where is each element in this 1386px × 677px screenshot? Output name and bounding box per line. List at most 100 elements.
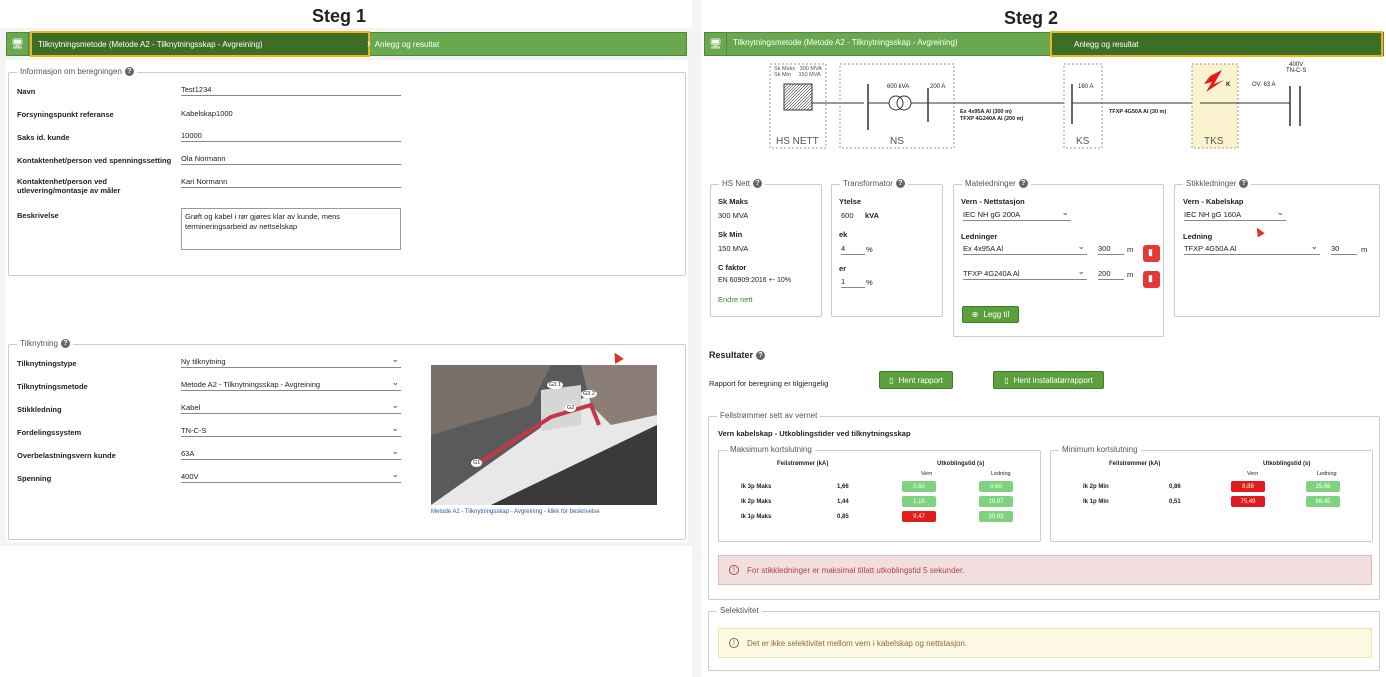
cfaktor-label: C faktor	[718, 263, 747, 272]
max-h-fs: Feilstrømmer (kA)	[777, 461, 829, 467]
saks-input[interactable]: 10000	[181, 131, 401, 142]
ledning1-select[interactable]: Ex 4x95A Al	[963, 241, 1087, 255]
hent-installator-button[interactable]: ▯ Hent installatørrapport	[993, 371, 1104, 389]
field-label-type: Tilknytningstype	[17, 359, 77, 368]
step1-heading: Steg 1	[312, 6, 367, 26]
ledninger-label: Ledninger	[961, 232, 998, 241]
length1-input[interactable]: 300	[1098, 244, 1124, 255]
stikk-ledning-select[interactable]: TFXP 4G50A Al	[1184, 241, 1320, 255]
min-row-ka: 0,51	[1169, 499, 1181, 505]
tks-k: K	[1226, 82, 1231, 88]
endre-nett-link[interactable]: Endre nett	[718, 295, 753, 304]
home-icon[interactable]: 🖥	[705, 33, 727, 55]
fault-legend: Feilstrømmer sett av vernet	[717, 411, 821, 420]
cfaktor-value: EN 60909:2016 +- 10%	[718, 277, 791, 284]
field-label-stikk: Stikkledning	[17, 405, 62, 414]
sel-legend: Selektivitet	[717, 606, 762, 615]
ledning2-select[interactable]: TFXP 4G240A Al	[963, 266, 1087, 280]
hs-nett-label: HS NETT	[776, 136, 819, 147]
kontakt2-input[interactable]: Kari Normann	[181, 177, 401, 188]
min-row-ka: 0,86	[1169, 484, 1181, 490]
mateledninger-panel: Mateledninger? Vern - Nettstasjon IEC NH…	[953, 179, 1164, 337]
hs-sk-text: Sk Maks 300 MVA Sk Min 150 MVA	[774, 66, 822, 78]
delete-ledning2-button[interactable]: ▮	[1143, 271, 1160, 288]
hent-installator-label: Hent installatørrapport	[1013, 375, 1093, 385]
spenning-select[interactable]: 400V	[181, 469, 401, 483]
ek-label: ek	[839, 230, 848, 239]
help-icon[interactable]: ?	[1239, 179, 1249, 188]
beskrivelse-textarea[interactable]: Grøft og kabel i rør gjøres klar av kund…	[181, 208, 401, 250]
help-icon[interactable]: ?	[895, 179, 905, 188]
min-row-led: 88,45	[1306, 496, 1340, 507]
selektivitet-alert-text: Det er ikke selektivitet mellom vern i k…	[747, 638, 968, 648]
stikkledning-select[interactable]: Kabel	[181, 400, 401, 414]
min-row-name: Ik 2p Min	[1083, 484, 1109, 490]
fault-title: Vern kabelskap - Utkoblingstider ved til…	[718, 429, 911, 438]
help-icon[interactable]: ?	[753, 179, 763, 188]
min-row-vern: 8,88	[1231, 481, 1265, 492]
divider	[692, 0, 702, 677]
tilknytningsmetode-select[interactable]: Metode A2 - Tilknytningsskap - Avgreinin…	[181, 377, 401, 391]
selektivitet-section: Selektivitet ! Det er ikke selektivitet …	[708, 606, 1380, 671]
mate-legend: Mateledninger?	[962, 179, 1031, 188]
help-icon[interactable]: ?	[1018, 179, 1028, 188]
mate-legend-label: Mateledninger	[965, 179, 1016, 188]
help-icon[interactable]: ?	[60, 339, 70, 348]
home-icon[interactable]: 🖥	[7, 33, 29, 55]
kontakt1-input[interactable]: Ola Normann	[181, 154, 401, 165]
tab-step1[interactable]: Tilknytningsmetode (Metode A2 - Tilknytn…	[733, 38, 958, 47]
fordelingssystem-select[interactable]: TN-C-S	[181, 423, 401, 437]
tab-step2-label: Anlegg og resultat	[374, 39, 440, 49]
ns-label: NS	[890, 136, 904, 147]
ek-input[interactable]: 4	[841, 244, 865, 255]
stikk-legend: Stikkledninger?	[1183, 179, 1252, 188]
stikk-length-input[interactable]: 30	[1331, 244, 1357, 255]
hent-rapport-button[interactable]: ▯ Hent rapport	[879, 371, 953, 389]
tab-step1-label: Tilknytningsmetode (Metode A2 - Tilknytn…	[38, 39, 263, 49]
max-h-ut: Utkoblingstid (s)	[937, 461, 985, 467]
sel-legend-label: Selektivitet	[720, 606, 759, 615]
line1-label: Ex 4x95A Al (300 m)	[960, 109, 1012, 115]
navn-input[interactable]: Test1234	[181, 85, 401, 96]
feilstrommer-section: Feilstrømmer sett av vernet Vern kabelsk…	[708, 411, 1380, 600]
help-icon[interactable]: ?	[756, 350, 766, 360]
tilknytning-section: Tilknytning? Tilknytningstype Ny tilknyt…	[8, 339, 686, 540]
results-text: Rapport for beregning er tilgjengelig	[709, 379, 829, 388]
er-input[interactable]: 1	[841, 277, 865, 288]
utkobling-alert: ! For stikkledninger er maksimal tillatt…	[718, 555, 1372, 585]
field-label-saks: Saks id. kunde	[17, 133, 70, 142]
selektivitet-alert: ! Det er ikke selektivitet mellom vern i…	[718, 628, 1372, 658]
fault-legend-label: Feilstrømmer sett av vernet	[720, 411, 818, 420]
tab-step2[interactable]: › Anlegg og resultat	[367, 38, 439, 50]
stikkledninger-panel: Stikkledninger? Vern - Kabelskap IEC NH …	[1174, 179, 1380, 317]
trafo-legend: Transformator?	[840, 179, 908, 188]
illustration-caption[interactable]: Metode A2 - Tilknytningsskap - Avgreinin…	[431, 509, 600, 515]
length2-input[interactable]: 200	[1098, 269, 1124, 280]
connection-illustration[interactable]: G3.1 G3.2 G2 G1	[431, 365, 657, 505]
length2-unit: m	[1127, 270, 1134, 279]
tab-step2[interactable]: Anlegg og resultat	[1050, 31, 1383, 57]
ks-a: 160 A	[1078, 84, 1094, 90]
info-legend-label: Informasjon om beregningen	[20, 67, 122, 76]
info-section: Informasjon om beregningen? Navn Test123…	[8, 67, 686, 276]
legg-til-button[interactable]: ⊕ Legg til	[962, 306, 1019, 323]
max-row-name: Ik 3p Maks	[741, 484, 772, 490]
overbelastning-select[interactable]: 63A	[181, 446, 401, 460]
tag-g31: G3.1	[547, 381, 563, 389]
delete-ledning1-button[interactable]: ▮	[1143, 245, 1160, 262]
vern-kabelskap-select[interactable]: IEC NH gG 160A	[1184, 207, 1286, 221]
min-legend: Minimum kortslutning	[1059, 445, 1141, 454]
tilknytningstype-select[interactable]: Ny tilknytning	[181, 354, 401, 368]
tab-step1[interactable]: Tilknytningsmetode (Metode A2 - Tilknytn…	[30, 31, 370, 57]
help-icon[interactable]: ?	[124, 67, 134, 76]
vern-nettstasjon-select[interactable]: IEC NH gG 200A	[963, 207, 1071, 221]
skmin-value: 150 MVA	[718, 244, 749, 253]
ks-label: KS	[1076, 136, 1090, 147]
min-row-vern: 75,49	[1231, 496, 1265, 507]
max-row-vern: 9,47	[902, 511, 936, 522]
field-label-spenning: Spenning	[17, 474, 52, 483]
tilknytning-legend: Tilknytning?	[17, 339, 73, 348]
wizard-bar-left: 🖥 Tilknytningsmetode (Metode A2 - Tilkny…	[6, 31, 687, 57]
hs-legend-label: HS Nett	[722, 179, 751, 188]
max-row-led: 30,63	[979, 511, 1013, 522]
